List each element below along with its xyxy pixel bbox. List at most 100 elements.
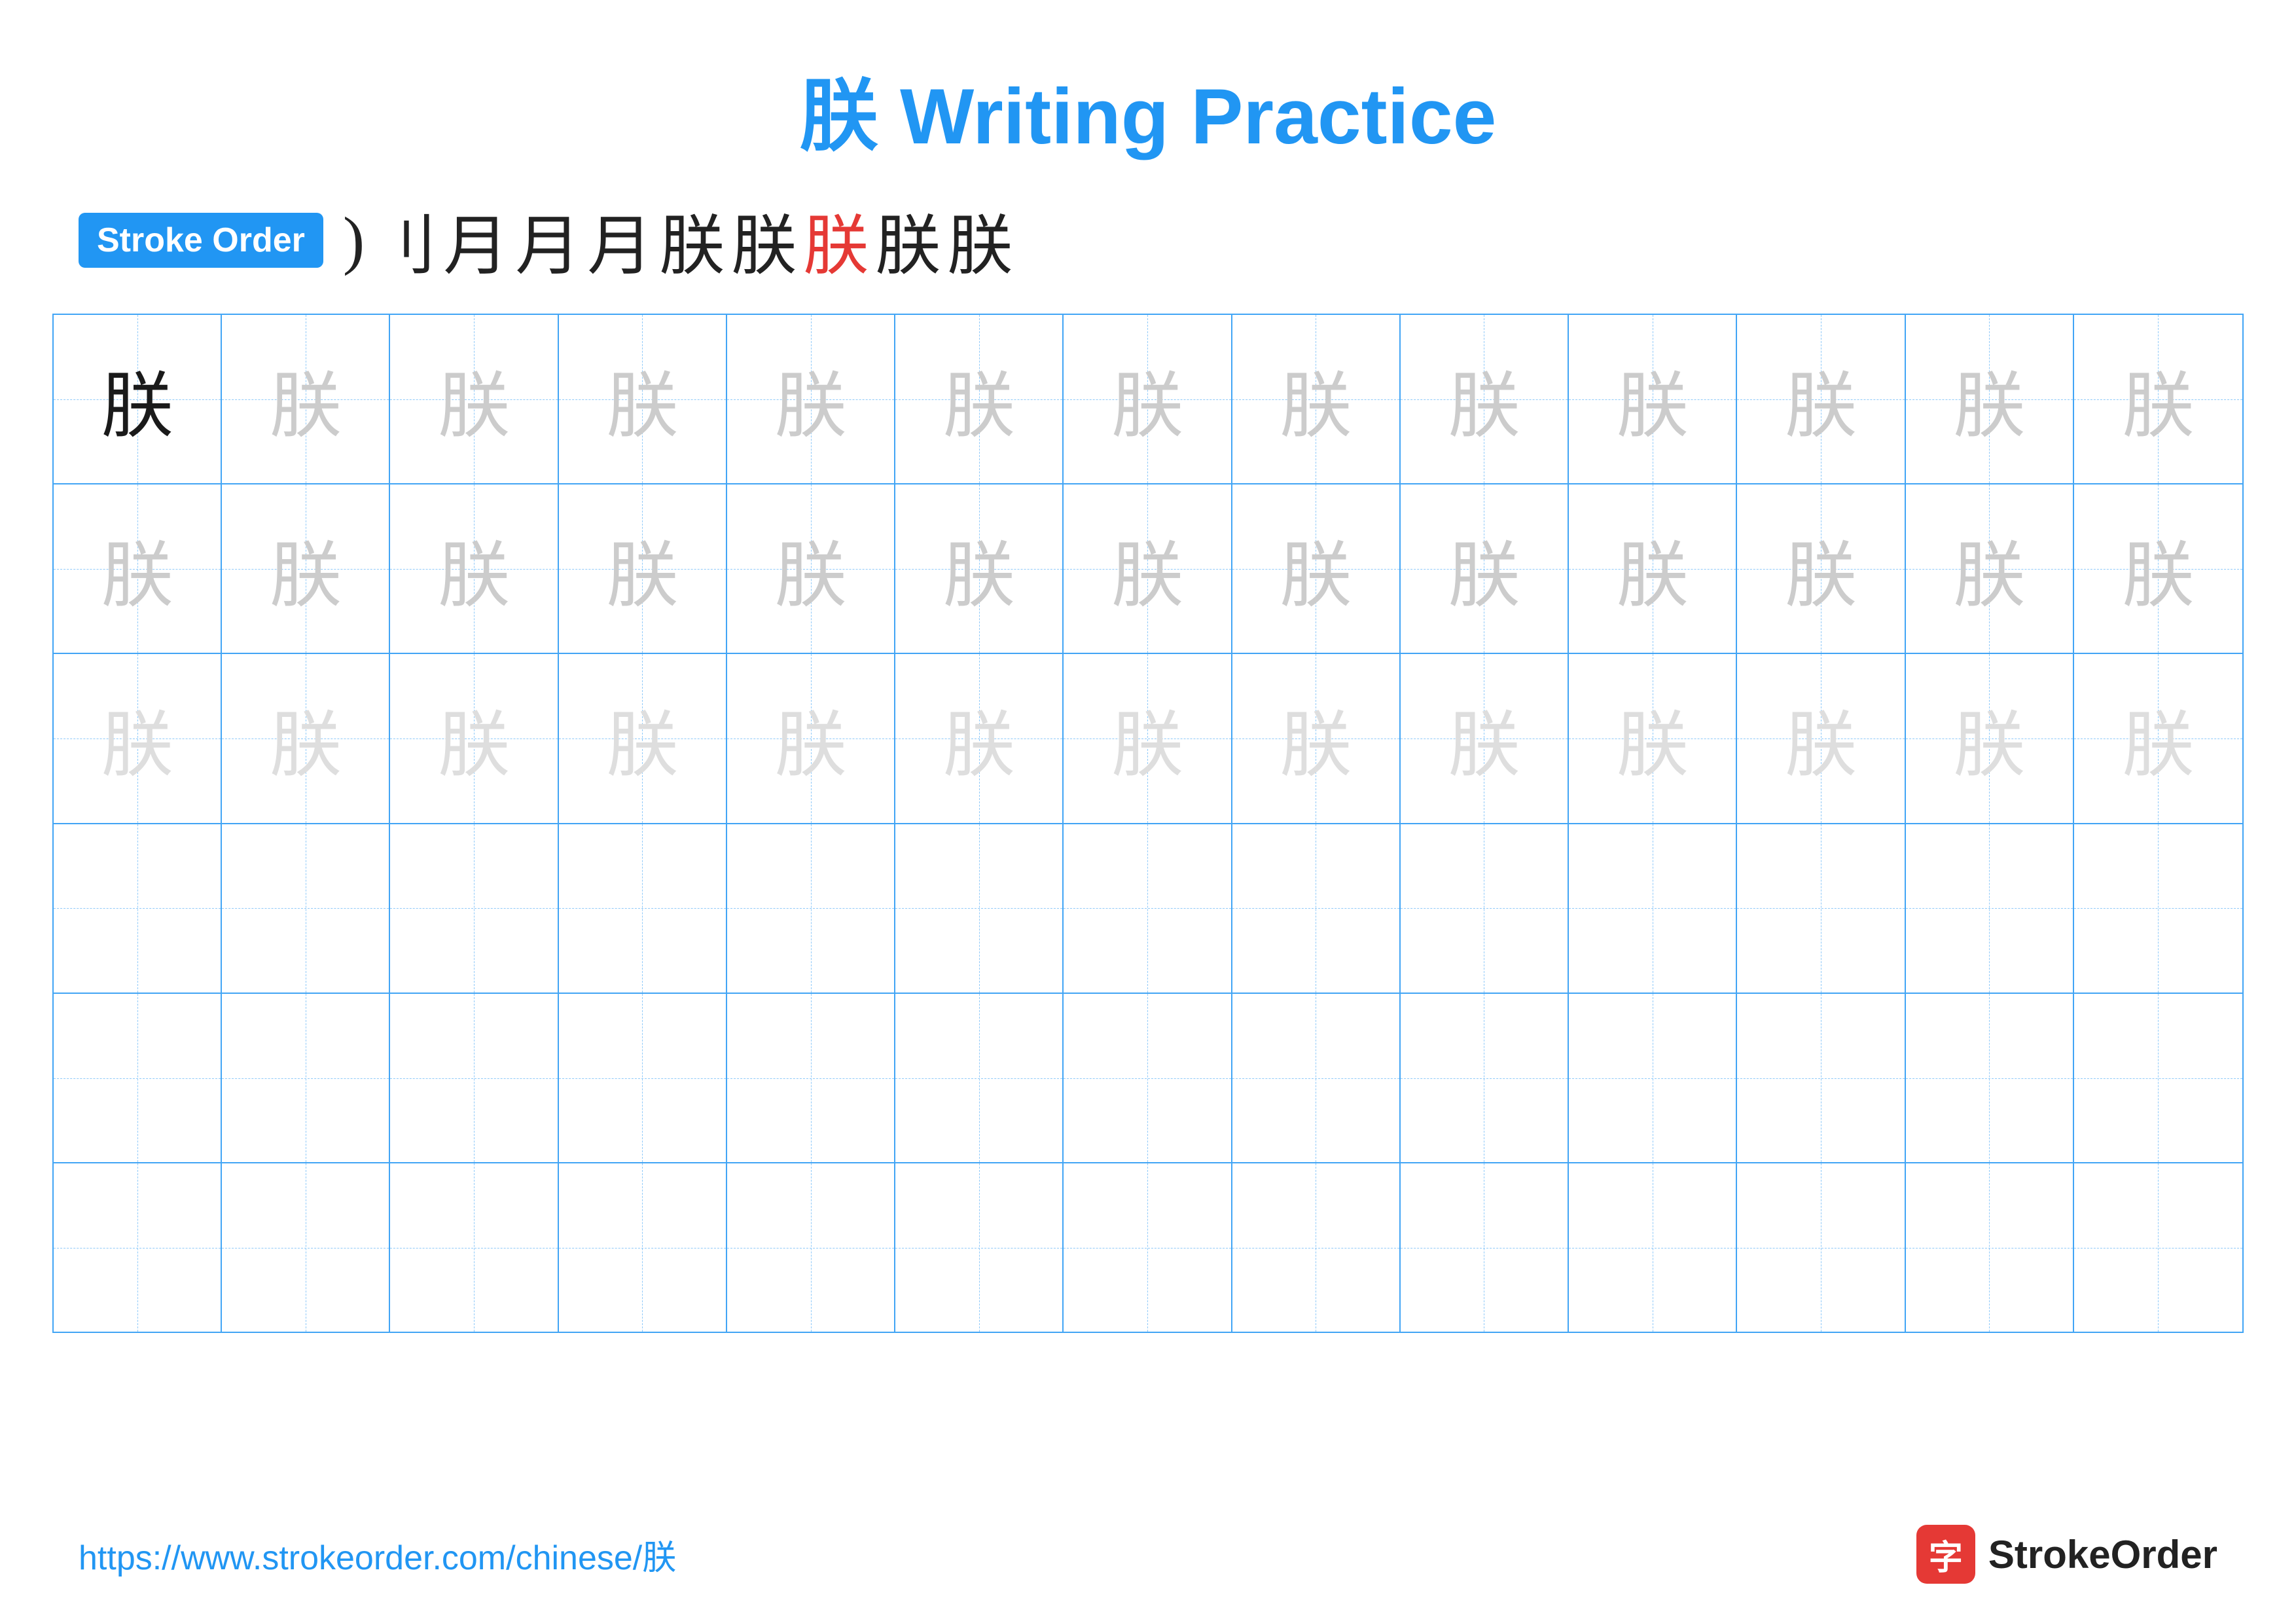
char-light: 朕 — [438, 347, 510, 452]
stroke-7: 朕 — [731, 192, 797, 287]
cell-2-1[interactable]: 朕 — [54, 484, 222, 653]
title-text: Writing Practice — [878, 73, 1497, 160]
cell-3-4[interactable]: 朕 — [559, 654, 727, 822]
cell-1-8[interactable]: 朕 — [1232, 315, 1401, 483]
cell-1-7[interactable]: 朕 — [1064, 315, 1232, 483]
cell-5-7[interactable] — [1064, 994, 1232, 1162]
cell-6-3[interactable] — [390, 1163, 558, 1332]
cell-3-5[interactable]: 朕 — [727, 654, 895, 822]
footer-url[interactable]: https://www.strokeorder.com/chinese/朕 — [79, 1530, 676, 1579]
cell-1-2[interactable]: 朕 — [222, 315, 390, 483]
cell-2-8[interactable]: 朕 — [1232, 484, 1401, 653]
cell-3-2[interactable]: 朕 — [222, 654, 390, 822]
cell-1-4[interactable]: 朕 — [559, 315, 727, 483]
cell-3-9[interactable]: 朕 — [1401, 654, 1569, 822]
cell-5-9[interactable] — [1401, 994, 1569, 1162]
stroke-1: ) — [343, 202, 365, 278]
char-light: 朕 — [1280, 347, 1352, 452]
cell-6-5[interactable] — [727, 1163, 895, 1332]
cell-5-13[interactable] — [2074, 994, 2242, 1162]
grid-row-2: 朕 朕 朕 朕 朕 朕 朕 朕 朕 朕 朕 朕 朕 — [54, 484, 2242, 654]
cell-4-13[interactable] — [2074, 824, 2242, 993]
cell-3-7[interactable]: 朕 — [1064, 654, 1232, 822]
char-light: 朕 — [1617, 347, 1689, 452]
cell-5-10[interactable] — [1569, 994, 1737, 1162]
stroke-order-section: Stroke Order ) 刂 月 月 月 朕 朕 朕 朕 朕 — [0, 192, 2296, 287]
cell-2-11[interactable]: 朕 — [1737, 484, 1905, 653]
cell-2-2[interactable]: 朕 — [222, 484, 390, 653]
cell-3-3[interactable]: 朕 — [390, 654, 558, 822]
cell-6-9[interactable] — [1401, 1163, 1569, 1332]
grid-row-5 — [54, 994, 2242, 1163]
cell-5-4[interactable] — [559, 994, 727, 1162]
cell-2-5[interactable]: 朕 — [727, 484, 895, 653]
footer: https://www.strokeorder.com/chinese/朕 字 … — [0, 1525, 2296, 1584]
char-light: 朕 — [270, 347, 342, 452]
cell-2-10[interactable]: 朕 — [1569, 484, 1737, 653]
cell-2-4[interactable]: 朕 — [559, 484, 727, 653]
cell-6-1[interactable] — [54, 1163, 222, 1332]
cell-4-11[interactable] — [1737, 824, 1905, 993]
cell-4-6[interactable] — [895, 824, 1064, 993]
cell-4-7[interactable] — [1064, 824, 1232, 993]
practice-grid: 朕 朕 朕 朕 朕 朕 朕 朕 朕 朕 朕 朕 朕 朕 朕 朕 朕 朕 朕 朕 … — [52, 314, 2244, 1333]
cell-3-1[interactable]: 朕 — [54, 654, 222, 822]
cell-5-2[interactable] — [222, 994, 390, 1162]
cell-4-5[interactable] — [727, 824, 895, 993]
cell-5-6[interactable] — [895, 994, 1064, 1162]
cell-4-4[interactable] — [559, 824, 727, 993]
cell-4-3[interactable] — [390, 824, 558, 993]
char-light: 朕 — [1111, 347, 1183, 452]
cell-1-1[interactable]: 朕 — [54, 315, 222, 483]
cell-6-13[interactable] — [2074, 1163, 2242, 1332]
cell-5-12[interactable] — [1906, 994, 2074, 1162]
cell-1-6[interactable]: 朕 — [895, 315, 1064, 483]
cell-2-12[interactable]: 朕 — [1906, 484, 2074, 653]
cell-4-8[interactable] — [1232, 824, 1401, 993]
cell-1-3[interactable]: 朕 — [390, 315, 558, 483]
cell-2-7[interactable]: 朕 — [1064, 484, 1232, 653]
cell-5-8[interactable] — [1232, 994, 1401, 1162]
cell-3-8[interactable]: 朕 — [1232, 654, 1401, 822]
cell-3-11[interactable]: 朕 — [1737, 654, 1905, 822]
cell-4-10[interactable] — [1569, 824, 1737, 993]
cell-6-11[interactable] — [1737, 1163, 1905, 1332]
stroke-5: 月 — [587, 192, 653, 287]
char-light: 朕 — [775, 347, 847, 452]
cell-4-2[interactable] — [222, 824, 390, 993]
stroke-9: 朕 — [875, 192, 941, 287]
cell-6-8[interactable] — [1232, 1163, 1401, 1332]
cell-3-13[interactable]: 朕 — [2074, 654, 2242, 822]
cell-5-3[interactable] — [390, 994, 558, 1162]
title-chinese-char: 朕 — [800, 73, 878, 160]
cell-5-5[interactable] — [727, 994, 895, 1162]
cell-4-12[interactable] — [1906, 824, 2074, 993]
cell-1-11[interactable]: 朕 — [1737, 315, 1905, 483]
cell-5-11[interactable] — [1737, 994, 1905, 1162]
cell-4-9[interactable] — [1401, 824, 1569, 993]
cell-1-5[interactable]: 朕 — [727, 315, 895, 483]
cell-6-7[interactable] — [1064, 1163, 1232, 1332]
cell-3-12[interactable]: 朕 — [1906, 654, 2074, 822]
cell-5-1[interactable] — [54, 994, 222, 1162]
cell-4-1[interactable] — [54, 824, 222, 993]
cell-6-4[interactable] — [559, 1163, 727, 1332]
cell-1-13[interactable]: 朕 — [2074, 315, 2242, 483]
grid-row-4 — [54, 824, 2242, 994]
cell-2-13[interactable]: 朕 — [2074, 484, 2242, 653]
strokeorder-logo-icon: 字 — [1916, 1525, 1975, 1584]
cell-2-6[interactable]: 朕 — [895, 484, 1064, 653]
stroke-2: 刂 — [371, 192, 437, 287]
cell-2-3[interactable]: 朕 — [390, 484, 558, 653]
cell-6-6[interactable] — [895, 1163, 1064, 1332]
cell-2-9[interactable]: 朕 — [1401, 484, 1569, 653]
grid-row-6 — [54, 1163, 2242, 1332]
cell-6-2[interactable] — [222, 1163, 390, 1332]
cell-6-10[interactable] — [1569, 1163, 1737, 1332]
cell-3-10[interactable]: 朕 — [1569, 654, 1737, 822]
cell-3-6[interactable]: 朕 — [895, 654, 1064, 822]
cell-1-10[interactable]: 朕 — [1569, 315, 1737, 483]
cell-6-12[interactable] — [1906, 1163, 2074, 1332]
cell-1-12[interactable]: 朕 — [1906, 315, 2074, 483]
cell-1-9[interactable]: 朕 — [1401, 315, 1569, 483]
